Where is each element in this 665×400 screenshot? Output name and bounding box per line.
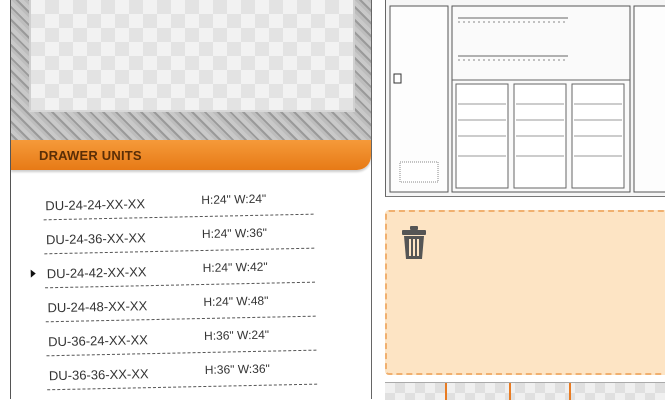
item-dimensions: H:24" W:36" (201, 225, 268, 242)
selection-pointer-icon (30, 269, 36, 278)
item-code: DU-36-24-XX-XX (48, 332, 149, 350)
left-panel: DRAWER UNITS DU-24-24-XX-XX H:24" W:24" … (10, 0, 372, 399)
item-code: DU-24-24-XX-XX (45, 196, 146, 214)
item-list: DU-24-24-XX-XX H:24" W:24" DU-24-36-XX-X… (11, 182, 371, 398)
item-dimensions: H:24" W:48" (203, 293, 269, 309)
item-preview-frame (11, 0, 371, 140)
item-code: DU-24-42-XX-XX (46, 264, 147, 282)
cabinet-configuration-preview[interactable] (385, 0, 665, 197)
strip-divider (509, 383, 511, 400)
drop-zone[interactable] (385, 210, 665, 375)
item-code: DU-24-36-XX-XX (45, 230, 146, 248)
list-item[interactable]: DU-36-24-XX-XX H:36" W:24" (45, 319, 317, 357)
category-header: DRAWER UNITS (11, 140, 371, 170)
list-item[interactable]: DU-24-24-XX-XX H:24" W:24" (42, 183, 314, 221)
list-item-selected[interactable]: DU-24-42-XX-XX H:24" W:42" (30, 251, 316, 289)
item-code: DU-24-48-XX-XX (47, 298, 148, 316)
item-dimensions: H:24" W:42" (202, 259, 268, 276)
list-item[interactable]: DU-24-36-XX-XX H:24" W:36" (43, 217, 315, 255)
trash-icon[interactable] (401, 226, 427, 265)
strip-divider (445, 383, 447, 400)
strip-divider (569, 383, 571, 400)
cabinet-drawing (386, 0, 665, 196)
item-code: DU-36-36-XX-XX (48, 366, 149, 384)
list-item[interactable]: DU-36-36-XX-XX H:36" W:36" (46, 353, 318, 391)
list-item[interactable]: DU-24-48-XX-XX H:24" W:48" (45, 285, 316, 323)
item-dimensions: H:36" W:24" (203, 327, 270, 343)
item-preview-area (29, 0, 355, 112)
bottom-thumbnail-strip[interactable] (385, 382, 665, 400)
item-dimensions: H:36" W:36" (204, 361, 270, 377)
category-title: DRAWER UNITS (39, 148, 142, 163)
item-dimensions: H:24" W:24" (201, 191, 267, 208)
